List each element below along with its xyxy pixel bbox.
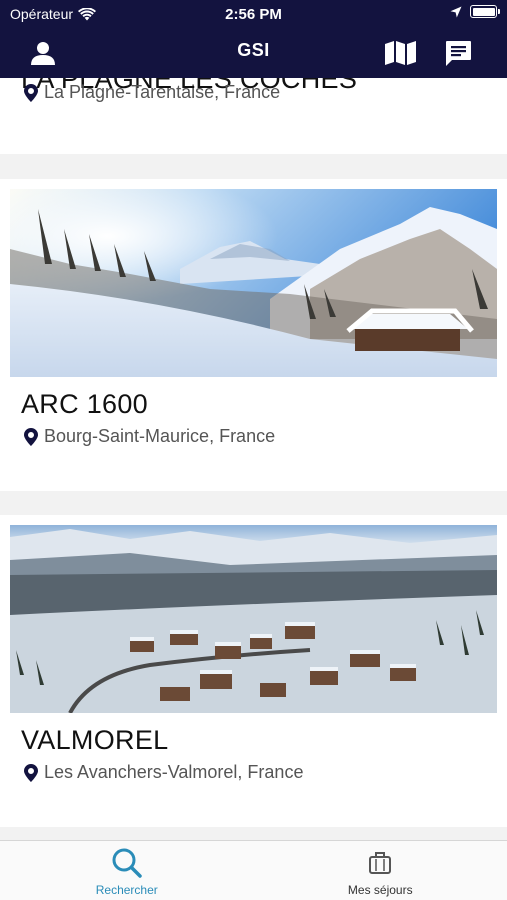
map-pin-icon	[24, 83, 38, 102]
app-title: GSI	[237, 40, 270, 60]
tab-search[interactable]: Rechercher	[0, 841, 254, 900]
resort-card-arc-1600[interactable]: ARC 1600 Bourg-Saint-Maurice, France	[0, 179, 507, 491]
resort-location-label: La Plagne-Tarentaise, France	[44, 82, 281, 102]
resort-name: VALMOREL	[21, 725, 169, 755]
tab-my-stays[interactable]: Mes séjours	[254, 841, 507, 900]
resort-location: Bourg-Saint-Maurice, France	[24, 426, 275, 447]
resort-location: La Plagne-Tarentaise, France	[24, 82, 280, 103]
top-bar: Opérateur 2:56 PM GSI	[0, 0, 507, 78]
nav-bar: GSI	[0, 28, 507, 78]
resort-name: ARC 1600	[21, 389, 148, 419]
resort-card-valmorel[interactable]: VALMOREL Les Avanchers-Valmorel, France	[0, 515, 507, 827]
tab-my-stays-label: Mes séjours	[347, 883, 413, 897]
status-bar: Opérateur 2:56 PM	[0, 0, 507, 28]
map-pin-icon	[24, 427, 38, 446]
chat-icon[interactable]	[443, 38, 473, 68]
battery-icon	[470, 5, 500, 18]
resort-list[interactable]: LA PLAGNE LES COCHES La Plagne-Tarentais…	[0, 78, 507, 840]
status-time: 2:56 PM	[225, 6, 282, 23]
tab-search-label: Rechercher	[95, 883, 158, 897]
map-icon[interactable]	[383, 38, 417, 68]
tab-bar: Rechercher Mes séjours	[0, 840, 507, 900]
resort-location-label: Bourg-Saint-Maurice, France	[44, 426, 276, 446]
resort-photo	[10, 525, 497, 713]
resort-location-label: Les Avanchers-Valmorel, France	[44, 762, 304, 782]
resort-location: Les Avanchers-Valmorel, France	[24, 762, 303, 783]
resort-photo	[10, 189, 497, 377]
search-icon	[112, 848, 142, 878]
suitcase-icon	[369, 852, 392, 874]
location-arrow-icon	[450, 6, 462, 17]
map-pin-icon	[24, 763, 38, 782]
status-right	[450, 5, 500, 18]
resort-card-la-plagne[interactable]: LA PLAGNE LES COCHES La Plagne-Tarentais…	[0, 78, 507, 154]
